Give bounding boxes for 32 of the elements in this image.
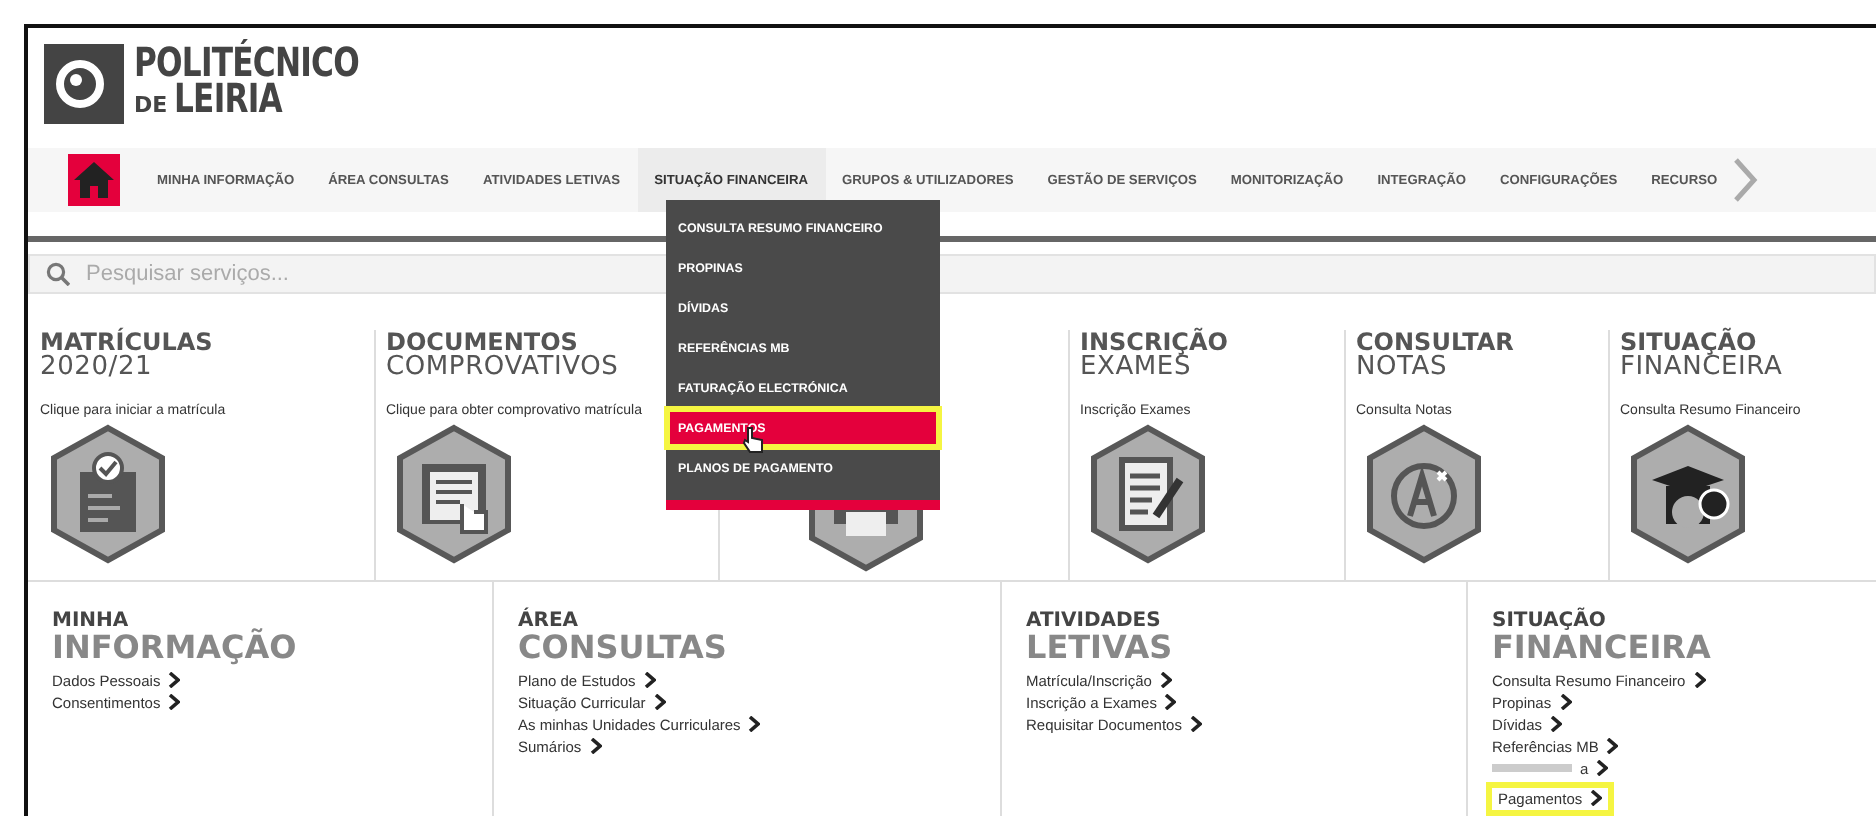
- section-subtitle: CONSULTAS: [518, 632, 729, 666]
- tile-title: CONSULTAR: [1356, 330, 1516, 354]
- logo-title: POLITÉCNICO: [134, 44, 359, 80]
- document-hand-icon[interactable]: [394, 424, 514, 564]
- logo-icon: [44, 44, 124, 124]
- section-title: ATIVIDADES: [1026, 612, 1163, 632]
- tile-subtitle: COMPROVATIVOS: [386, 354, 621, 380]
- tile-title: SITUAÇÃO: [1620, 330, 1757, 354]
- logo-subtitle: LEIRIA: [173, 80, 282, 116]
- tile-subtitle: EXAMES: [1080, 354, 1191, 380]
- tile-title: MATRÍCULAS: [40, 330, 215, 354]
- clipboard-check-icon[interactable]: [48, 424, 168, 564]
- section-subtitle: INFORMAÇÃO: [52, 632, 299, 666]
- section-title: SITUAÇÃO: [1492, 612, 1608, 632]
- section-title: MINHA: [52, 612, 129, 632]
- chevron-icon: [589, 738, 602, 755]
- logo-prefix: DE: [134, 96, 168, 116]
- tile-subtitle: NOTAS: [1356, 354, 1450, 380]
- section-subtitle: FINANCEIRA: [1492, 632, 1713, 666]
- home-icon: [74, 162, 114, 198]
- search-icon: [46, 262, 70, 286]
- home-button[interactable]: [68, 154, 120, 206]
- graduation-cap-icon[interactable]: [1628, 424, 1748, 564]
- grade-icon[interactable]: [1364, 424, 1484, 564]
- tile-subtitle: 2020/21: [40, 354, 155, 380]
- chevron-icon: [748, 716, 761, 733]
- section-subtitle: LETIVAS: [1026, 632, 1175, 666]
- tile-subtitle: FINANCEIRA: [1620, 354, 1785, 380]
- tile-title: INSCRIÇÃO: [1080, 330, 1230, 354]
- document-pencil-icon[interactable]: [1088, 424, 1208, 564]
- chevron-icon: [1693, 672, 1706, 689]
- section-title: ÁREA: [518, 612, 581, 632]
